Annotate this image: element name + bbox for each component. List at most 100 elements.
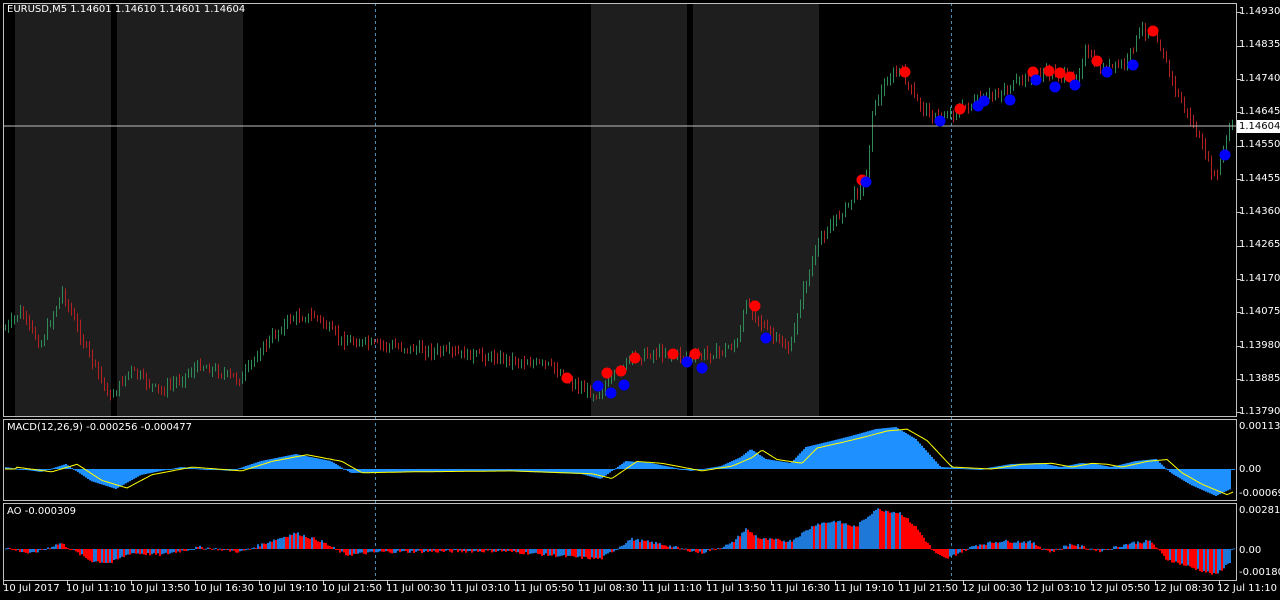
buy-signal-dot [1101,66,1113,78]
ao-bar [397,549,399,551]
ao-bar [425,549,427,551]
ao-bar [301,536,303,549]
ao-bar [1089,548,1091,550]
macd-bar [689,469,691,471]
ao-bar [773,539,775,549]
ao-bar [209,547,211,549]
ao-bar [1077,544,1079,549]
macd-bar [731,461,733,469]
ao-bar [303,534,305,549]
trading-chart[interactable] [0,0,1280,600]
ao-bar [113,549,115,561]
ao-bar [895,513,897,549]
ao-bar [607,549,609,554]
ao-bar [719,548,721,550]
macd-bar [345,469,347,470]
ao-bar [1193,549,1195,569]
macd-bar [175,468,177,469]
ao-bar [759,538,761,549]
macd-bar [47,469,49,470]
macd-bar [155,469,157,472]
macd-bar [727,462,729,469]
ao-bar [667,546,669,549]
macd-bar [1093,463,1095,469]
ao-bar [589,549,591,560]
price-label: 1.14455 [1239,173,1280,184]
ao-bar [1127,544,1129,549]
macd-bar [679,468,681,470]
ao-bar [749,532,751,549]
time-label: 10 Jul 13:50 [130,583,190,594]
ao-bar [931,548,933,550]
ao-bar [875,509,877,549]
ao-bar [1043,548,1045,550]
ao-bar [587,549,589,559]
ao-bar [545,549,547,554]
ao-bar [1231,549,1233,550]
macd-bar [1111,466,1113,469]
ao-bar [829,522,831,549]
macd-bar [643,462,645,469]
macd-bar [955,467,957,469]
ao-bar [539,549,541,555]
ao-bar [321,540,323,549]
ao-bar [189,549,191,550]
macd-bar [767,459,769,469]
macd-bar [393,469,395,473]
macd-bar [953,467,955,469]
macd-bar [71,468,73,470]
ao-bar [1135,543,1137,549]
ao-bar [1091,548,1093,550]
price-label: 1.14170 [1239,273,1280,284]
macd-bar [723,464,725,469]
ao-bar [889,512,891,549]
ao-bar [141,549,143,554]
ao-bar [943,549,945,558]
ao-bar [271,541,273,549]
macd-bar [1047,464,1049,469]
time-label: 12 Jul 08:30 [1154,583,1214,594]
price-label: 1.14930 [1239,6,1280,17]
ao-bar [985,544,987,549]
ao-bar [701,549,703,554]
ao-bar [205,548,207,550]
ao-bar [765,538,767,549]
ao-bar [179,549,181,553]
macd-bar [339,466,341,469]
ao-bar [953,549,955,555]
ao-bar [167,549,169,555]
macd-bar [337,465,339,469]
ao-bar [599,549,601,559]
ao-bar [1169,549,1171,561]
macd-bar [779,461,781,469]
ao-bar [1223,549,1225,569]
macd-bar [377,469,379,473]
ao-bar [991,542,993,549]
buy-signal-dot [1219,149,1231,161]
macd-bar [599,469,601,479]
ao-bar [657,543,659,549]
macd-bar [49,469,51,470]
macd-bar [133,469,135,479]
ao-bar [231,549,233,551]
ao-bar [17,549,19,550]
ao-bar [333,546,335,549]
buy-signal-dot [860,176,872,188]
ao-bar [887,511,889,549]
ao-bar [447,549,449,551]
ao-bar [1109,549,1111,550]
ao-bar [737,535,739,549]
ao-bar [515,549,517,553]
ao-bar [33,549,35,552]
ao-bar [825,522,827,549]
ao-bar [807,530,809,549]
ao-bar [853,525,855,549]
macd-bar [799,453,801,469]
macd-bar [869,430,871,469]
macd-bar [173,468,175,470]
ao-bar [823,522,825,549]
ao-bar [979,544,981,549]
ao-bar [389,549,391,553]
macd-bar [119,469,121,487]
ao-bar [705,549,707,553]
